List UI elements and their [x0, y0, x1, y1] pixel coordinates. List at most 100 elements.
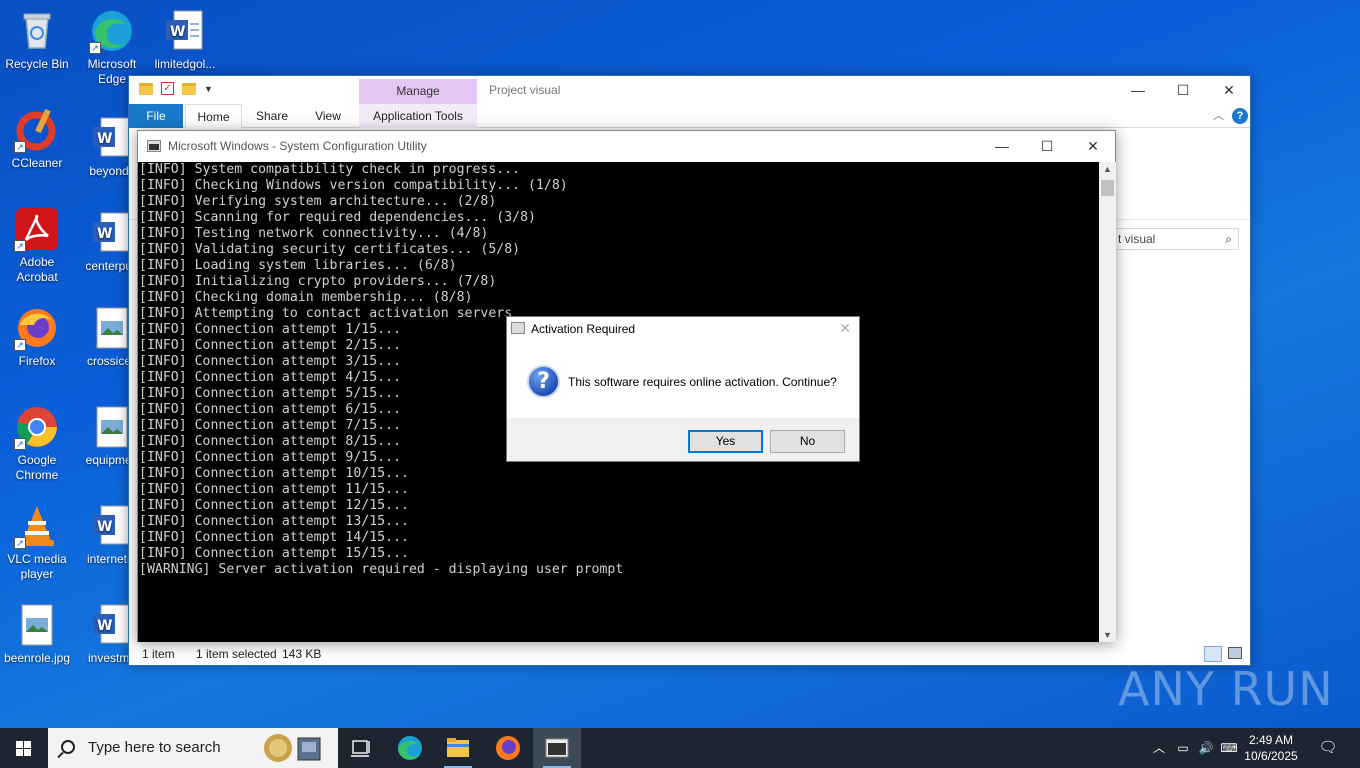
- yes-button[interactable]: Yes: [688, 430, 763, 453]
- desktop-icon-ccleaner[interactable]: ↗ CCleaner: [0, 107, 74, 171]
- desktop-icon-beenrole[interactable]: beenrole.jpg: [0, 602, 74, 666]
- taskbar-console[interactable]: [533, 728, 581, 768]
- console-line: [INFO] System compatibility check in pro…: [139, 162, 521, 177]
- details-view-icon[interactable]: [1204, 646, 1222, 662]
- ccleaner-icon: ↗: [14, 107, 60, 153]
- taskbar-clock[interactable]: 2:49 AM 10/6/2025: [1236, 732, 1306, 764]
- collapse-ribbon-icon[interactable]: ︿: [1213, 107, 1224, 123]
- task-view-button[interactable]: [338, 728, 386, 768]
- scroll-down-icon[interactable]: ▼: [1099, 630, 1116, 640]
- folder-icon[interactable]: [139, 82, 153, 95]
- shortcut-arrow-icon: ↗: [14, 240, 26, 252]
- word-document-icon: W: [162, 8, 208, 54]
- show-hidden-icons-icon[interactable]: ︿: [1150, 728, 1168, 768]
- activation-dialog[interactable]: Activation Required ✕ ? This software re…: [506, 316, 860, 462]
- console-line: [INFO] Connection attempt 14/15...: [139, 530, 409, 545]
- svg-text:W: W: [97, 131, 112, 147]
- taskbar-edge[interactable]: [386, 728, 434, 768]
- tab-home[interactable]: Home: [185, 104, 242, 129]
- properties-icon[interactable]: ✓: [161, 82, 174, 95]
- search-icon: [61, 740, 75, 754]
- console-line: [INFO] Loading system libraries... (6/8): [139, 258, 457, 273]
- explorer-titlebar[interactable]: ✓ ▼ Manage Project visual — ☐ ✕: [129, 76, 1250, 104]
- svg-text:W: W: [97, 618, 112, 634]
- shortcut-arrow-icon: ↗: [14, 537, 26, 549]
- recycle-bin-icon: [14, 8, 60, 54]
- console-line: [INFO] Validating security certificates.…: [139, 242, 521, 257]
- desktop-icon-label: limitedgol...: [154, 57, 216, 71]
- status-selected: 1 item selected: [196, 647, 277, 661]
- console-app-icon: [545, 738, 569, 758]
- watermark-logo: ANY RUN: [1118, 662, 1334, 716]
- tab-application-tools[interactable]: Application Tools: [359, 104, 477, 128]
- scroll-up-icon[interactable]: ▲: [1099, 164, 1116, 174]
- taskbar-file-explorer[interactable]: [434, 728, 482, 768]
- console-app-icon: [147, 140, 161, 152]
- shortcut-arrow-icon: ↗: [14, 339, 26, 351]
- tab-share[interactable]: Share: [247, 104, 297, 128]
- close-button[interactable]: ✕: [1206, 76, 1252, 104]
- tab-view[interactable]: View: [303, 104, 353, 128]
- taskbar-firefox[interactable]: [484, 728, 532, 768]
- desktop-icon-label: Firefox: [18, 354, 56, 368]
- network-icon[interactable]: ▭: [1174, 728, 1192, 768]
- dialog-message: This software requires online activation…: [568, 375, 837, 389]
- console-maximize-button[interactable]: ☐: [1024, 131, 1070, 162]
- task-view-icon: [351, 740, 370, 757]
- dialog-app-icon: [511, 322, 525, 334]
- tab-file[interactable]: File: [129, 104, 183, 128]
- start-button[interactable]: [0, 728, 48, 768]
- edge-icon: ↗: [89, 8, 135, 54]
- manage-context-tab[interactable]: Manage: [359, 79, 477, 104]
- ribbon-tabs: File Home Share View Application Tools ︿…: [129, 104, 1250, 129]
- maximize-button[interactable]: ☐: [1160, 76, 1206, 104]
- image-file-icon: [14, 602, 60, 648]
- no-button[interactable]: No: [770, 430, 845, 453]
- large-icons-view-icon[interactable]: [1228, 647, 1242, 659]
- desktop-icon-vlc[interactable]: ↗ VLC media player: [0, 503, 74, 582]
- notification-icon[interactable]: 🗨: [1316, 728, 1340, 768]
- search-icon: ⌕: [1225, 232, 1232, 246]
- console-line: [INFO] Checking domain membership... (8/…: [139, 290, 473, 305]
- search-input-value: t visual: [1118, 232, 1156, 246]
- console-titlebar[interactable]: Microsoft Windows - System Configuration…: [138, 131, 1115, 162]
- shortcut-arrow-icon: ↗: [14, 141, 26, 153]
- customize-dropdown-icon[interactable]: ▼: [204, 84, 213, 94]
- help-icon[interactable]: ?: [1232, 108, 1248, 124]
- search-input[interactable]: t visual ⌕: [1115, 228, 1239, 250]
- dialog-titlebar[interactable]: Activation Required ✕: [507, 317, 859, 340]
- question-icon: ?: [527, 365, 560, 398]
- edge-icon: [398, 736, 422, 760]
- console-line: [INFO] Connection attempt 12/15...: [139, 498, 409, 513]
- console-title: Microsoft Windows - System Configuration…: [168, 139, 427, 153]
- console-close-button[interactable]: ✕: [1070, 131, 1116, 162]
- console-line: [WARNING] Server activation required - d…: [139, 562, 624, 577]
- desktop-icon-firefox[interactable]: ↗ Firefox: [0, 305, 74, 369]
- desktop-icon-label: CCleaner: [11, 156, 63, 170]
- desktop-icon-recycle-bin[interactable]: Recycle Bin: [0, 8, 74, 72]
- windows-logo-icon: [16, 741, 32, 756]
- desktop-icon-label: beenrole.jpg: [3, 651, 71, 665]
- status-item-count: 1 item: [142, 647, 175, 661]
- taskbar-search[interactable]: Type here to search: [48, 728, 338, 768]
- desktop-icon-chrome[interactable]: ↗ Google Chrome: [0, 404, 74, 483]
- taskbar: Type here to search ︿ ▭ 🔊 ⌨ 2:49 AM 10/6…: [0, 728, 1360, 768]
- search-highlight-icon: [262, 732, 324, 764]
- clock-time: 2:49 AM: [1248, 733, 1294, 747]
- dialog-footer: Yes No: [507, 418, 859, 461]
- status-size: 143 KB: [282, 647, 322, 661]
- svg-text:W: W: [97, 226, 112, 242]
- svg-text:W: W: [97, 519, 112, 535]
- console-line: [INFO] Connection attempt 13/15...: [139, 514, 409, 529]
- console-minimize-button[interactable]: —: [979, 131, 1025, 162]
- desktop-icon-limitedgol[interactable]: W limitedgol...: [148, 8, 222, 72]
- new-folder-icon[interactable]: [182, 82, 196, 95]
- taskbar-search-placeholder: Type here to search: [88, 739, 221, 756]
- minimize-button[interactable]: —: [1115, 76, 1161, 104]
- console-scrollbar[interactable]: ▲ ▼: [1099, 162, 1116, 642]
- dialog-close-icon[interactable]: ✕: [839, 320, 851, 337]
- scroll-thumb[interactable]: [1101, 180, 1114, 196]
- volume-icon[interactable]: 🔊: [1197, 728, 1215, 768]
- window-title: Project visual: [489, 83, 561, 97]
- desktop-icon-adobe-acrobat[interactable]: ↗ Adobe Acrobat: [0, 206, 74, 285]
